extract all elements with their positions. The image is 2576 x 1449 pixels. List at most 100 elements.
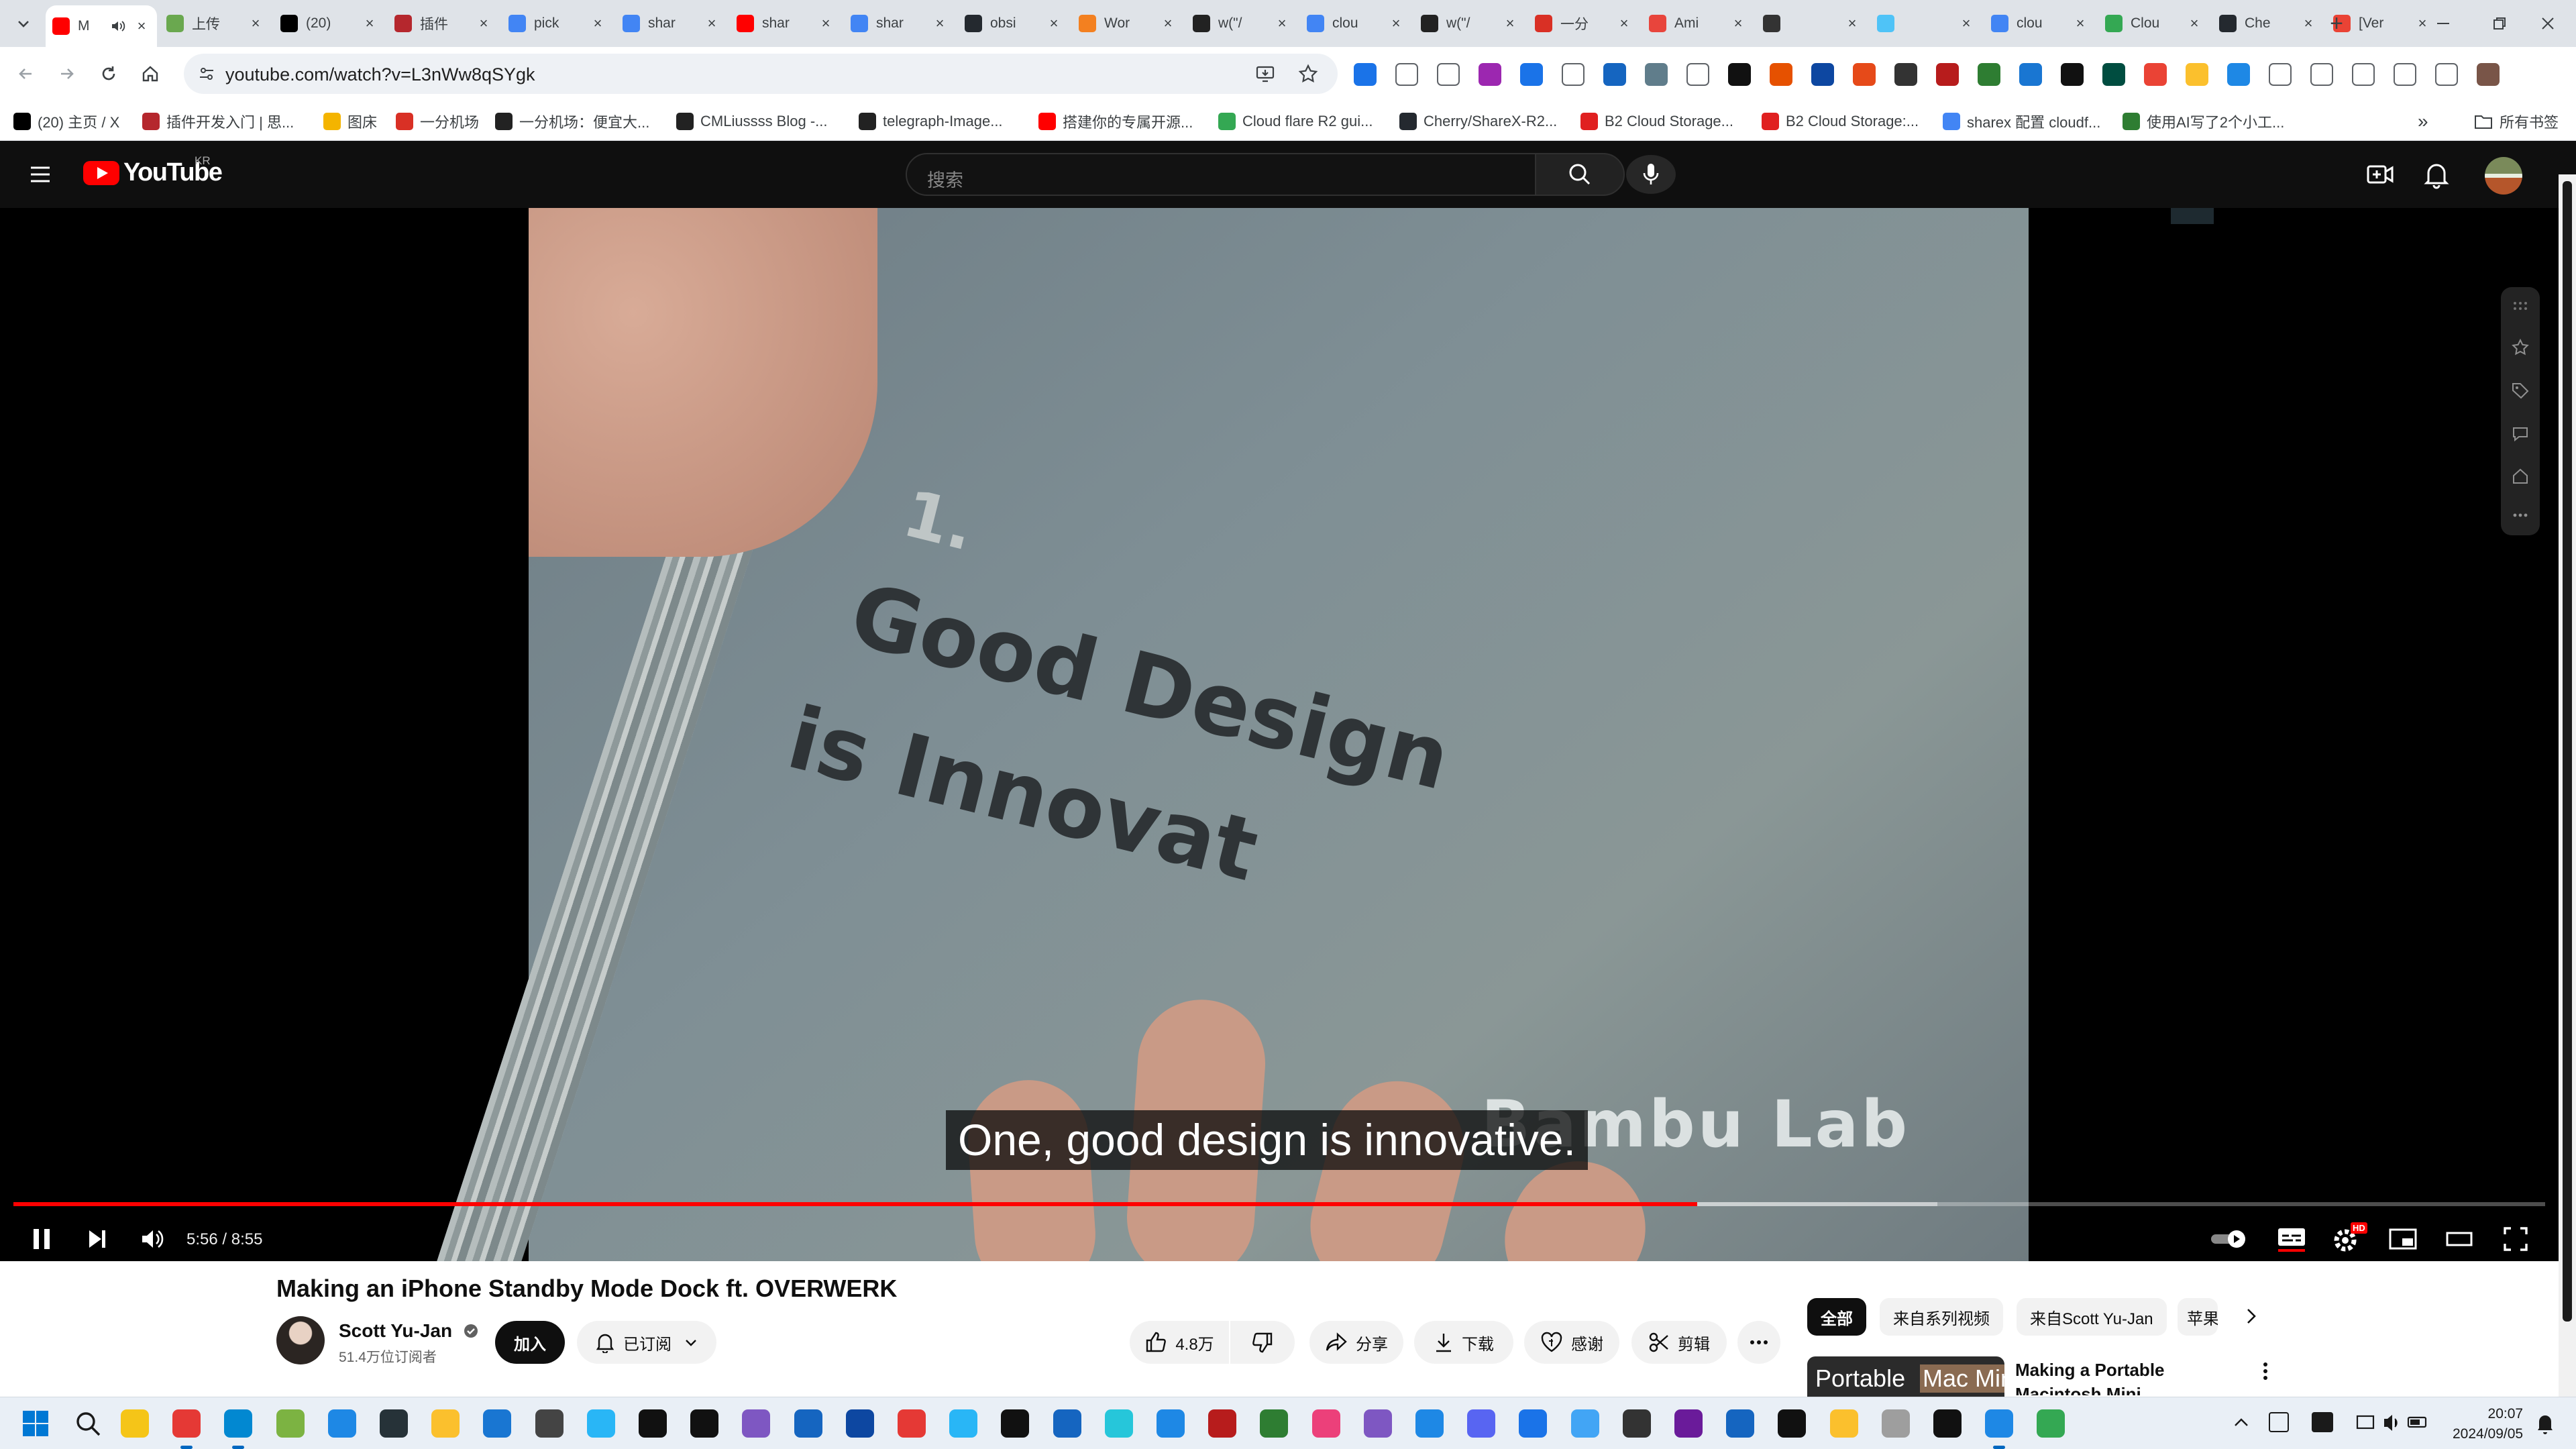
autoplay-toggle[interactable]: [2207, 1216, 2254, 1261]
notifications-button[interactable]: [2422, 160, 2451, 189]
comment-icon[interactable]: [2511, 424, 2530, 443]
download-icon[interactable]: [2435, 63, 2458, 86]
browser-tab[interactable]: M ×: [46, 5, 157, 47]
todo-icon[interactable]: [1311, 1409, 1340, 1438]
browser-tab[interactable]: pick ×: [502, 5, 613, 42]
bookmark-star-icon[interactable]: [1297, 63, 1319, 85]
close-tab-icon[interactable]: ×: [1843, 15, 1861, 32]
close-tab-icon[interactable]: ×: [1615, 15, 1633, 32]
file-explorer-icon[interactable]: [121, 1409, 149, 1438]
browser-tab[interactable]: w("/ ×: [1186, 5, 1297, 42]
notifications-button[interactable]: [2534, 1412, 2556, 1435]
close-tab-icon[interactable]: ×: [361, 15, 378, 32]
menu-list-icon[interactable]: [2394, 63, 2416, 86]
bookmark-item[interactable]: telegraph-Image...: [859, 110, 1003, 133]
install-app-icon[interactable]: [1254, 63, 1276, 85]
next-button[interactable]: [79, 1216, 114, 1261]
channel-name[interactable]: Scott Yu-Jan: [339, 1320, 479, 1342]
ext-star-icon[interactable]: [1395, 63, 1418, 86]
settings-button[interactable]: HD: [2328, 1216, 2367, 1261]
chip-all[interactable]: 全部: [1807, 1298, 1866, 1336]
ext-v-icon[interactable]: [1811, 63, 1834, 86]
close-tab-icon[interactable]: ×: [475, 15, 492, 32]
whale-icon[interactable]: [1881, 1409, 1910, 1438]
browser-tab[interactable]: Che ×: [2212, 5, 2324, 42]
close-tab-icon[interactable]: ×: [2300, 15, 2317, 32]
new-tab-button[interactable]: +: [2322, 9, 2351, 38]
app-icon[interactable]: [1415, 1409, 1444, 1438]
ext-back-icon[interactable]: [1686, 63, 1709, 86]
ext-circle-icon[interactable]: [1853, 63, 1876, 86]
ext-cloud-icon[interactable]: [1562, 63, 1585, 86]
progress-bar[interactable]: [13, 1202, 2545, 1206]
puzzle-icon[interactable]: [2269, 63, 2292, 86]
tag-icon[interactable]: [2511, 381, 2530, 400]
recommendation-thumbnail[interactable]: Portable Mac Mini: [1807, 1356, 2004, 1397]
bookmark-item[interactable]: 搭建你的专属开源...: [1038, 110, 1193, 133]
browser-tab[interactable]: 一分 ×: [1528, 5, 1640, 42]
app-icon[interactable]: [1985, 1409, 2014, 1449]
ext-g-icon[interactable]: [1603, 63, 1626, 86]
forward-button[interactable]: [50, 56, 85, 91]
slack-icon[interactable]: [794, 1409, 822, 1438]
browser-tab[interactable]: clou ×: [1984, 5, 2096, 42]
thanks-button[interactable]: 感谢: [1524, 1321, 1619, 1364]
clip-button[interactable]: 剪辑: [1631, 1321, 1727, 1364]
wechat-icon[interactable]: [224, 1409, 253, 1449]
guide-menu-button[interactable]: [27, 161, 54, 188]
download-button[interactable]: 下载: [1414, 1321, 1513, 1364]
recommendation-menu-button[interactable]: [2255, 1359, 2275, 1383]
browser-tab[interactable]: shar ×: [844, 5, 955, 42]
ext-dark-icon[interactable]: [2102, 63, 2125, 86]
close-tab-icon[interactable]: ×: [1501, 15, 1519, 32]
browser-tab[interactable]: Clou ×: [2098, 5, 2210, 42]
page-scrollbar[interactable]: [2559, 174, 2576, 1397]
bookmark-item[interactable]: 使用AI写了2个小工...: [2123, 110, 2284, 133]
volume-button[interactable]: [134, 1216, 169, 1261]
drag-handle-icon[interactable]: [2511, 297, 2530, 315]
close-tab-icon[interactable]: ×: [931, 15, 949, 32]
scrollbar-thumb[interactable]: [2563, 181, 2572, 1322]
terminal-icon[interactable]: [1519, 1409, 1548, 1438]
close-tab-icon[interactable]: ×: [589, 15, 606, 32]
input-method-icon[interactable]: [2269, 1412, 2289, 1432]
search-input[interactable]: 搜索: [927, 166, 963, 192]
bookmark-item[interactable]: 一分机场：便宜大...: [495, 110, 649, 133]
share-button[interactable]: 分享: [1309, 1321, 1403, 1364]
search-box[interactable]: 搜索: [906, 153, 1536, 196]
browser-tab[interactable]: shar ×: [730, 5, 841, 42]
close-tab-icon[interactable]: ×: [133, 17, 150, 35]
browser-tab[interactable]: clou ×: [1300, 5, 1411, 42]
more-horizontal-icon[interactable]: [2511, 506, 2530, 525]
start-button[interactable]: [21, 1409, 50, 1438]
app-icon[interactable]: [1726, 1409, 1755, 1438]
more-actions-button[interactable]: [1737, 1321, 1780, 1364]
ext-chart-icon[interactable]: [2019, 63, 2042, 86]
miniplayer-button[interactable]: [2384, 1216, 2422, 1261]
ext-color-icon[interactable]: [2144, 63, 2167, 86]
ext-palette-icon[interactable]: [1479, 63, 1501, 86]
network-volume-battery-tray[interactable]: [2355, 1411, 2435, 1435]
close-tab-icon[interactable]: ×: [2186, 15, 2203, 32]
profile-sync-icon[interactable]: [2352, 63, 2375, 86]
chip-apple[interactable]: 苹果: [2178, 1298, 2218, 1336]
vscode-icon[interactable]: [380, 1409, 408, 1438]
chip-from-channel[interactable]: 来自Scott Yu-Jan: [2017, 1298, 2167, 1336]
search-button[interactable]: [1535, 153, 1625, 196]
bookmark-item[interactable]: CMLiussss Blog -...: [676, 110, 828, 133]
close-tab-icon[interactable]: ×: [1387, 15, 1405, 32]
bookmarks-overflow-button[interactable]: »: [2418, 110, 2428, 133]
app-icon[interactable]: [1829, 1409, 1858, 1438]
star-icon[interactable]: [2511, 338, 2530, 357]
bookmark-item[interactable]: B2 Cloud Storage:...: [1762, 110, 1919, 133]
ext-box-icon[interactable]: [1728, 63, 1751, 86]
subtitles-button[interactable]: [2273, 1216, 2310, 1261]
ext-trophy-icon[interactable]: [1437, 63, 1460, 86]
channel-avatar[interactable]: [276, 1316, 325, 1364]
bookmark-item[interactable]: sharex 配置 cloudf...: [1943, 110, 2100, 133]
site-info-icon[interactable]: [197, 64, 216, 83]
github-icon[interactable]: [1622, 1409, 1651, 1438]
vpn-icon[interactable]: [949, 1409, 978, 1438]
back-button[interactable]: [8, 56, 43, 91]
taskbar-search-button[interactable]: [74, 1409, 102, 1438]
